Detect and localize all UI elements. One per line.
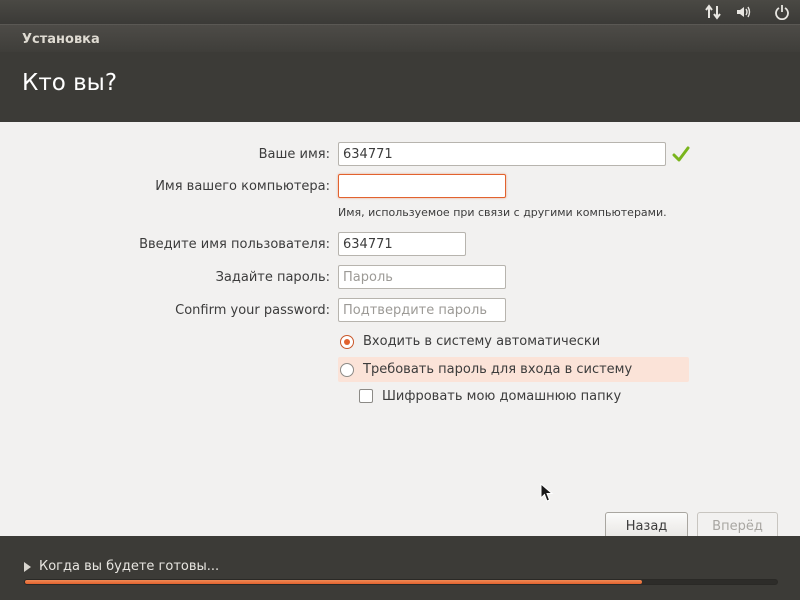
password-label: Задайте пароль: — [215, 270, 330, 285]
installer-window: Установка Кто вы? Ваше имя: Имя вашего к… — [0, 24, 800, 600]
computer-name-label: Имя вашего компьютера: — [155, 179, 330, 194]
name-input[interactable] — [338, 142, 666, 166]
auto-login-option[interactable]: Входить в систему автоматически — [338, 329, 689, 354]
confirm-password-label: Confirm your password: — [175, 303, 330, 318]
status-area: Когда вы будете готовы... — [0, 536, 800, 600]
valid-check-icon — [672, 146, 690, 162]
network-arrows-icon[interactable] — [704, 3, 724, 21]
password-input[interactable] — [338, 265, 506, 289]
install-progress-bar — [24, 579, 778, 585]
auto-login-label: Входить в систему автоматически — [363, 334, 601, 349]
power-icon[interactable] — [772, 3, 792, 21]
name-label: Ваше имя: — [258, 147, 330, 162]
form-content: Ваше имя: Имя вашего компьютера: Имя, ис… — [0, 122, 800, 540]
expander-triangle-icon — [24, 561, 31, 572]
page-header: Кто вы? — [0, 52, 800, 122]
require-password-label: Требовать пароль для входа в систему — [363, 362, 633, 377]
confirm-password-input[interactable] — [338, 298, 506, 322]
encrypt-home-option[interactable]: Шифровать мою домашнюю папку — [359, 384, 621, 408]
install-progress-fill — [25, 580, 642, 584]
page-title: Кто вы? — [22, 70, 118, 96]
computer-name-hint: Имя, используемое при связи с другими ко… — [338, 206, 667, 219]
require-password-option[interactable]: Требовать пароль для входа в систему — [338, 357, 689, 382]
top-panel — [0, 0, 800, 24]
username-label: Введите имя пользователя: — [139, 237, 330, 252]
computer-name-input[interactable] — [338, 174, 506, 198]
username-input[interactable] — [338, 232, 466, 256]
ready-label: Когда вы будете готовы... — [39, 559, 220, 574]
volume-icon[interactable] — [734, 3, 754, 21]
ready-expander[interactable]: Когда вы будете готовы... — [24, 559, 219, 574]
encrypt-home-checkbox[interactable] — [359, 389, 373, 403]
mouse-cursor-icon — [540, 483, 554, 502]
require-password-radio[interactable] — [340, 362, 354, 377]
window-title: Установка — [22, 32, 100, 47]
window-titlebar[interactable]: Установка — [0, 24, 800, 52]
auto-login-radio[interactable] — [340, 334, 354, 349]
encrypt-home-label: Шифровать мою домашнюю папку — [382, 388, 622, 404]
